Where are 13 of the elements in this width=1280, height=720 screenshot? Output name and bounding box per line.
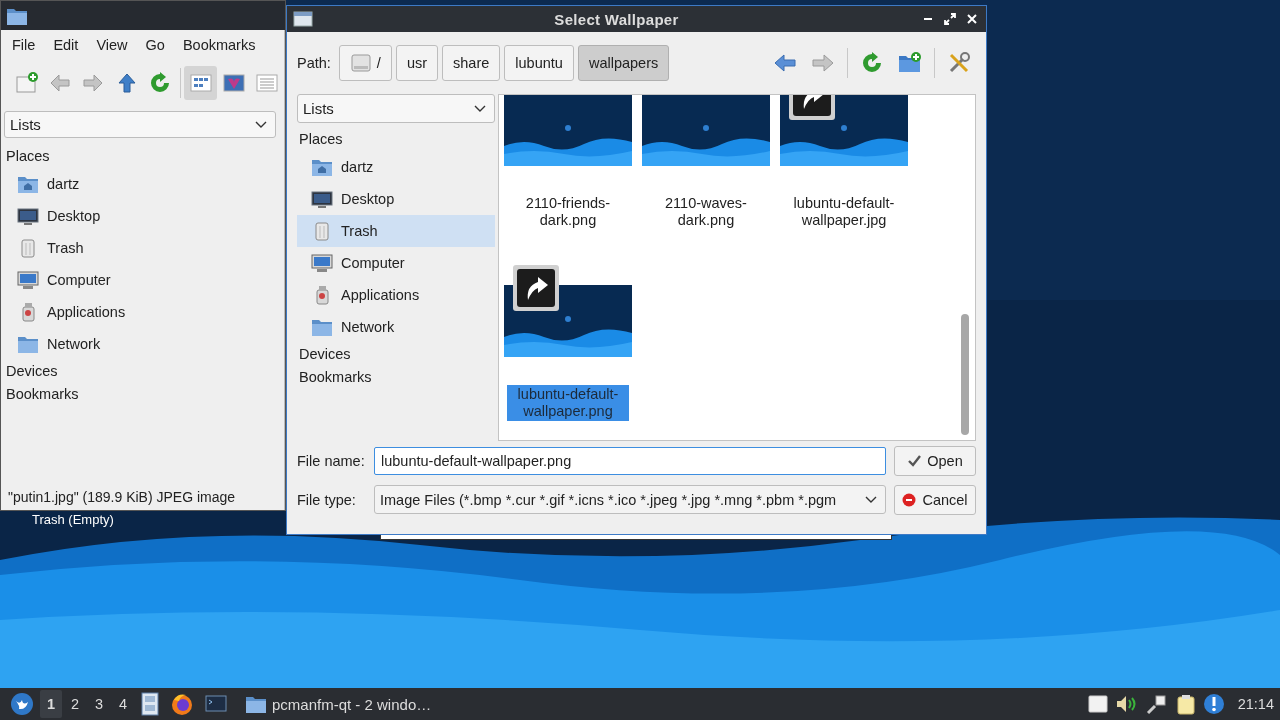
workspace-button[interactable]: 3 — [88, 690, 110, 718]
workspace-button[interactable]: 1 — [40, 690, 62, 718]
drive-icon[interactable] — [1086, 693, 1109, 715]
clipboard-icon[interactable] — [1174, 693, 1197, 715]
workspace-button[interactable]: 4 — [112, 690, 134, 718]
clock[interactable]: 21:14 — [1237, 696, 1274, 712]
launcher-icon[interactable] — [10, 692, 34, 716]
task-button[interactable]: pcmanfm-qt - 2 windo… — [239, 689, 438, 719]
network-icon[interactable] — [1144, 693, 1169, 715]
workspace-button[interactable]: 2 — [64, 690, 86, 718]
info-icon[interactable] — [1202, 693, 1225, 715]
file-cabinet-icon[interactable] — [140, 692, 160, 716]
browser-icon[interactable] — [170, 692, 194, 716]
